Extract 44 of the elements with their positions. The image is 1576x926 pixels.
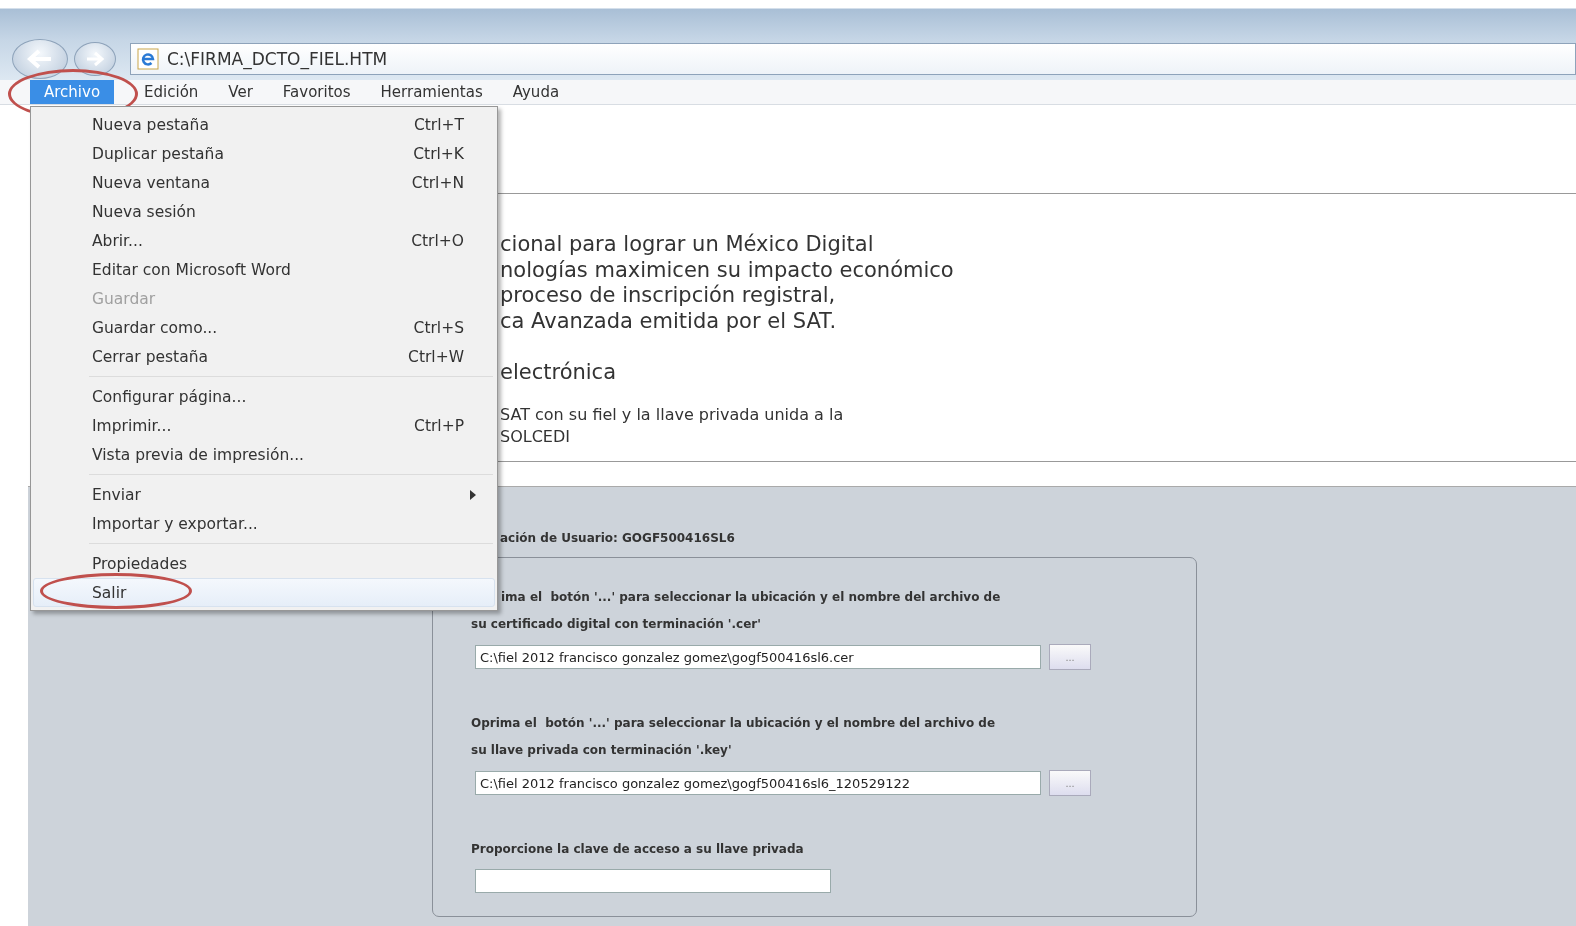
field-label: Oprima el botón '...' para seleccionar la ubicación y el nombre del archivo de bbox=[471, 715, 997, 732]
menu-bar-item[interactable]: Edición bbox=[130, 80, 213, 104]
browser-page-icon bbox=[137, 48, 159, 70]
menu-bar-item[interactable]: Herramientas bbox=[366, 80, 497, 104]
menu-item[interactable]: Propiedades bbox=[33, 549, 495, 578]
menu-item[interactable]: Nueva ventana Ctrl+N bbox=[33, 168, 495, 197]
password-field[interactable] bbox=[475, 869, 831, 893]
menu-item[interactable]: Configurar página... bbox=[33, 382, 495, 411]
body-text: ca Avanzada emitida por el SAT. bbox=[500, 308, 838, 334]
menu-bar-item[interactable]: Favoritos bbox=[268, 80, 365, 104]
submenu-arrow-icon bbox=[470, 489, 476, 500]
address-field[interactable]: C:\FIRMA_DCTO_FIEL.HTM bbox=[130, 43, 1576, 75]
body-text: cional para lograr un México Digital bbox=[500, 232, 875, 258]
menu-item[interactable]: Editar con Microsoft Word bbox=[33, 255, 495, 284]
user-label: ación de Usuario: GOGF500416SL6 bbox=[500, 531, 736, 545]
back-arrow-icon bbox=[27, 49, 53, 69]
field-label: ima el botón '...' para seleccionar la ubicación y el nombre del archivo de bbox=[500, 589, 1002, 606]
section-heading: electrónica bbox=[500, 360, 618, 384]
back-button[interactable] bbox=[12, 39, 68, 79]
menu-bar-item[interactable]: Ayuda bbox=[498, 80, 574, 104]
menu-item[interactable]: Abrir... Ctrl+O bbox=[33, 226, 495, 255]
menu-item[interactable]: Imprimir... Ctrl+P bbox=[33, 411, 495, 440]
body-text: nologías maximicen su impacto económico bbox=[500, 257, 955, 283]
file-path-field[interactable]: C:\fiel 2012 francisco gonzalez gomez\gogf500416sl6.cer bbox=[475, 645, 1041, 669]
menu-bar-item[interactable]: Ver bbox=[214, 80, 267, 104]
file-path-field[interactable]: C:\fiel 2012 francisco gonzalez gomez\gogf500416sl6_120529122 bbox=[475, 771, 1041, 795]
menu-item[interactable]: Nueva sesión bbox=[33, 197, 495, 226]
field-label: Proporcione la clave de acceso a su llave privada bbox=[471, 841, 805, 858]
address-url: C:\FIRMA_DCTO_FIEL.HTM bbox=[167, 49, 388, 69]
body-text: proceso de inscripción registral, bbox=[500, 283, 837, 309]
menu-item[interactable]: Salir bbox=[33, 578, 495, 607]
forward-arrow-icon bbox=[85, 51, 105, 67]
forward-button[interactable] bbox=[74, 42, 116, 76]
menu-item[interactable]: Duplicar pestaña Ctrl+K bbox=[33, 139, 495, 168]
menu-item[interactable]: Vista previa de impresión... bbox=[33, 440, 495, 469]
body-text: SAT con su fiel y la llave privada unida a la bbox=[500, 404, 845, 426]
field-label: su certificado digital con terminación '.cer' bbox=[471, 616, 762, 633]
body-text: SOLCEDI bbox=[500, 426, 571, 448]
menu-item[interactable]: Nueva pestaña Ctrl+T bbox=[33, 110, 495, 139]
menu-item[interactable]: Cerrar pestaña Ctrl+W bbox=[33, 342, 495, 371]
menu-item[interactable]: Guardar como... Ctrl+S bbox=[33, 313, 495, 342]
field-label: su llave privada con terminación '.key' bbox=[471, 742, 733, 759]
menu-item[interactable]: Importar y exportar... bbox=[33, 509, 495, 538]
menu-item[interactable]: Enviar bbox=[33, 480, 495, 509]
